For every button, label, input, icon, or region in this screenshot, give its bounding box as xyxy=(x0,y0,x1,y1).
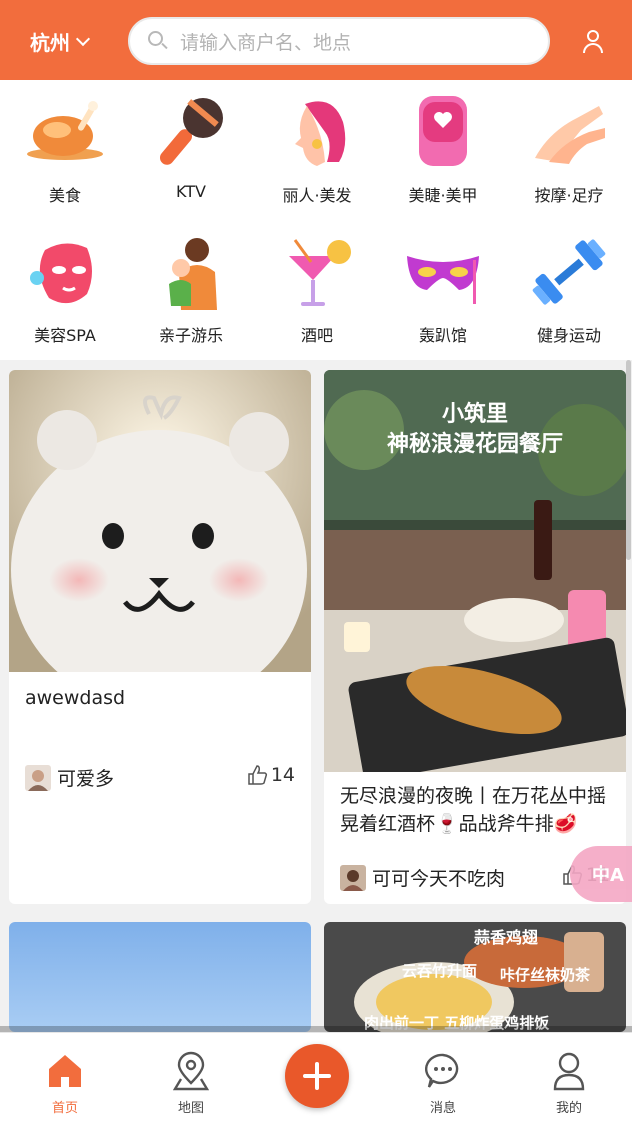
thumbs-up-icon xyxy=(248,765,267,785)
dumbbell-icon xyxy=(532,239,606,305)
image-caption: 蒜香鸡翅 xyxy=(474,928,539,947)
woman-hair-icon xyxy=(295,101,346,166)
tab-label: 我的 xyxy=(555,1101,582,1116)
tab-label: 首页 xyxy=(51,1101,78,1116)
massage-hands-icon xyxy=(535,106,605,164)
tab-label: 消息 xyxy=(429,1101,456,1116)
chevron-down-icon xyxy=(75,31,91,46)
map-pin-icon xyxy=(173,1051,209,1091)
tab-messages[interactable]: 消息 xyxy=(393,1033,493,1124)
tab-label: 地图 xyxy=(177,1101,204,1116)
category-label: 酒吧 xyxy=(300,326,333,345)
card-title: 无尽浪漫的夜晚丨在万花丛中摇晃着红酒杯🍷品战斧牛排🥩 xyxy=(340,785,607,835)
tab-profile[interactable]: 我的 xyxy=(519,1033,619,1124)
author-name: 可爱多 xyxy=(57,768,115,790)
category-lash-nail[interactable]: 美睫·美甲 xyxy=(380,80,506,220)
sky-image xyxy=(9,922,311,1032)
party-mask-icon xyxy=(407,256,479,304)
floating-translate-button[interactable]: 中A xyxy=(570,846,632,902)
category-label: 美容SPA xyxy=(34,326,96,345)
category-kids[interactable]: 亲子游乐 xyxy=(128,220,254,360)
category-label: 丽人·美发 xyxy=(282,186,352,205)
category-label: 健身运动 xyxy=(536,326,601,345)
tab-map[interactable]: 地图 xyxy=(141,1033,241,1124)
bear-plush-image xyxy=(9,370,311,672)
category-grid: 美食 KTV 丽人·美发 美睫·美甲 按摩·足疗 美容SPA 亲子游乐 酒吧 轰… xyxy=(0,80,632,360)
bottom-tab-bar: 首页 地图 消息 我的 xyxy=(0,1032,632,1124)
category-label: 美食 xyxy=(48,186,81,205)
category-party[interactable]: 轰趴馆 xyxy=(380,220,506,360)
profile-icon xyxy=(553,1052,585,1091)
like-button[interactable]: 14 xyxy=(247,764,295,786)
category-spa[interactable]: 美容SPA xyxy=(2,220,128,360)
tab-home[interactable]: 首页 xyxy=(15,1033,115,1124)
category-food[interactable]: 美食 xyxy=(2,80,128,220)
card-author[interactable]: 可爱多 xyxy=(25,764,114,791)
parent-child-icon xyxy=(169,238,217,310)
home-icon xyxy=(49,1055,81,1087)
feed-card-2[interactable]: 小筑里 神秘浪漫花园餐厅 无尽浪漫的夜晚丨在万花丛中摇晃着红酒杯🍷品战斧牛排🥩 … xyxy=(324,370,626,904)
like-count: 14 xyxy=(270,764,295,786)
card-author[interactable]: 可可今天不吃肉 xyxy=(340,864,505,891)
scrollbar[interactable] xyxy=(626,360,631,560)
avatar xyxy=(340,864,366,891)
category-label: 美睫·美甲 xyxy=(408,186,478,205)
category-label: 轰趴馆 xyxy=(418,326,467,345)
face-mask-icon xyxy=(30,243,92,304)
category-fitness[interactable]: 健身运动 xyxy=(506,220,632,360)
feed-card-4[interactable]: 蒜香鸡翅 云吞竹升面 咔仔丝袜奶茶 肉出前一丁 五柳炸蛋鸡排饭 xyxy=(324,922,626,1032)
search-bar[interactable]: 请输入商户名、地点 xyxy=(128,17,550,65)
image-caption-line2: 神秘浪漫花园餐厅 xyxy=(386,432,563,457)
search-placeholder[interactable]: 请输入商户名、地点 xyxy=(180,28,351,55)
image-caption: 云吞竹升面 xyxy=(402,962,478,980)
search-icon xyxy=(148,31,168,51)
image-caption: 咔仔丝袜奶茶 xyxy=(500,966,591,984)
message-icon xyxy=(425,1053,459,1088)
feed-card-3[interactable] xyxy=(9,922,311,1032)
feed-card-1[interactable]: awewdasd 可爱多 14 xyxy=(9,370,311,904)
avatar xyxy=(25,764,51,791)
author-name: 可可今天不吃肉 xyxy=(372,868,506,890)
category-label: 亲子游乐 xyxy=(158,326,223,345)
roast-chicken-icon xyxy=(27,101,103,160)
microphone-icon xyxy=(160,98,223,165)
user-icon[interactable] xyxy=(578,26,608,56)
top-header: 杭州 请输入商户名、地点 xyxy=(0,0,632,80)
city-selector[interactable]: 杭州 xyxy=(30,27,91,56)
city-label: 杭州 xyxy=(30,31,70,55)
category-bar[interactable]: 酒吧 xyxy=(254,220,380,360)
category-massage[interactable]: 按摩·足疗 xyxy=(506,80,632,220)
category-ktv[interactable]: KTV xyxy=(128,80,254,220)
nail-icon xyxy=(419,96,467,166)
category-label: 按摩·足疗 xyxy=(534,186,604,205)
category-beauty-hair[interactable]: 丽人·美发 xyxy=(254,80,380,220)
image-caption-line1: 小筑里 xyxy=(441,402,508,427)
add-post-button[interactable] xyxy=(285,1044,349,1108)
category-label: KTV xyxy=(176,182,206,201)
cocktail-icon xyxy=(289,239,351,306)
card-title: awewdasd xyxy=(25,687,126,709)
